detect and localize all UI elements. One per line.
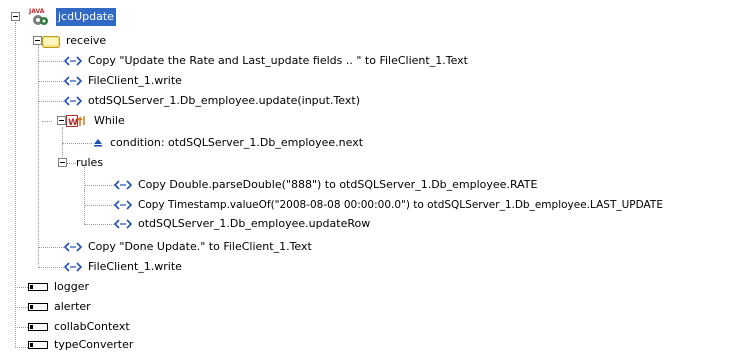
collapse-toggle-receive[interactable]	[33, 36, 42, 45]
method-arrow-icon	[64, 96, 82, 106]
tree-line	[38, 42, 39, 268]
tree-node-write-2[interactable]: FileClient_1.write	[64, 258, 184, 276]
tree-node-sql-update[interactable]: otdSQLServer_1.Db_employee.update(input.…	[64, 92, 362, 110]
tree-node-rules[interactable]: rules	[74, 154, 105, 172]
tree-node-label[interactable]: otdSQLServer_1.Db_employee.update(input.…	[86, 92, 362, 110]
tree-node-while[interactable]: W While	[66, 112, 127, 130]
tree-node-label[interactable]: receive	[64, 32, 108, 50]
minus-icon	[60, 162, 65, 163]
tree-line	[84, 185, 114, 186]
variable-icon	[28, 341, 48, 349]
tree-line	[62, 143, 92, 144]
tree-node-label[interactable]: typeConverter	[52, 336, 135, 354]
tree-line	[15, 287, 28, 288]
tree-node-typeconverter[interactable]: typeConverter	[28, 336, 135, 354]
tree-line	[38, 61, 64, 62]
tree-node-label[interactable]: jcdUpdate	[56, 8, 116, 26]
collapse-toggle-while[interactable]	[57, 116, 66, 125]
tree-node-update-row[interactable]: otdSQLServer_1.Db_employee.updateRow	[114, 215, 372, 233]
svg-text:JAVA: JAVA	[28, 8, 45, 15]
tree-node-label[interactable]: logger	[52, 278, 91, 296]
while-loop-icon: W	[66, 115, 85, 128]
tree-node-root[interactable]: JAVA jcdUpdate	[26, 8, 116, 26]
tree-node-label[interactable]: otdSQLServer_1.Db_employee.updateRow	[136, 215, 372, 233]
tree-node-copy-rate[interactable]: Copy Double.parseDouble("888") to otdSQL…	[114, 176, 539, 194]
variable-icon	[28, 323, 48, 331]
tree-line	[84, 205, 114, 206]
tree-node-write-1[interactable]: FileClient_1.write	[64, 72, 184, 90]
minus-icon	[13, 16, 18, 17]
collapse-toggle-root[interactable]	[11, 12, 20, 21]
java-collab-icon: JAVA	[28, 8, 48, 25]
method-arrow-icon	[114, 180, 132, 190]
tree-node-copy-done[interactable]: Copy "Done Update." to FileClient_1.Text	[64, 238, 314, 256]
method-arrow-icon	[64, 262, 82, 272]
collaboration-tree[interactable]: JAVA jcdUpdate receive Copy "Update the …	[0, 0, 730, 353]
tree-node-label[interactable]: condition: otdSQLServer_1.Db_employee.ne…	[108, 134, 365, 152]
collapse-toggle-rules[interactable]	[58, 158, 67, 167]
method-arrow-icon	[114, 219, 132, 229]
tree-line	[42, 121, 52, 122]
svg-text:W: W	[68, 118, 78, 128]
method-arrow-icon	[64, 242, 82, 252]
tree-node-label[interactable]: FileClient_1.write	[86, 258, 184, 276]
tree-node-label[interactable]: FileClient_1.write	[86, 72, 184, 90]
method-arrow-icon	[114, 200, 132, 210]
variable-icon	[28, 303, 48, 311]
tree-line	[15, 22, 16, 348]
tree-line	[15, 327, 28, 328]
tree-node-alerter[interactable]: alerter	[28, 298, 93, 316]
tree-node-receive[interactable]: receive	[42, 32, 108, 50]
minus-icon	[35, 40, 40, 41]
tree-node-label[interactable]: rules	[74, 154, 105, 172]
tree-line	[38, 81, 64, 82]
condition-icon	[94, 139, 102, 147]
tree-node-label[interactable]: Copy Timestamp.valueOf("2008-08-08 00:00…	[136, 196, 665, 214]
tree-line	[15, 307, 28, 308]
tree-node-label[interactable]: Copy "Update the Rate and Last_update fi…	[86, 52, 470, 70]
tree-node-label[interactable]: Copy Double.parseDouble("888") to otdSQL…	[136, 176, 539, 194]
tree-line	[15, 347, 28, 348]
tree-node-condition[interactable]: condition: otdSQLServer_1.Db_employee.ne…	[92, 134, 365, 152]
tree-line	[84, 224, 114, 225]
method-arrow-icon	[64, 56, 82, 66]
tree-line	[38, 247, 64, 248]
folder-icon	[42, 35, 60, 48]
tree-node-logger[interactable]: logger	[28, 278, 91, 296]
tree-node-collabcontext[interactable]: collabContext	[28, 318, 132, 336]
tree-node-copy-timestamp[interactable]: Copy Timestamp.valueOf("2008-08-08 00:00…	[114, 196, 665, 214]
tree-node-label[interactable]: Copy "Done Update." to FileClient_1.Text	[86, 238, 314, 256]
minus-icon	[59, 120, 64, 121]
tree-line	[38, 267, 64, 268]
method-arrow-icon	[64, 76, 82, 86]
tree-node-label[interactable]: collabContext	[52, 318, 132, 336]
variable-icon	[28, 283, 48, 291]
tree-node-label[interactable]: While	[92, 112, 127, 130]
tree-node-copy-update-text[interactable]: Copy "Update the Rate and Last_update fi…	[64, 52, 470, 70]
tree-line	[84, 167, 85, 224]
tree-line	[38, 101, 64, 102]
tree-node-label[interactable]: alerter	[52, 298, 93, 316]
